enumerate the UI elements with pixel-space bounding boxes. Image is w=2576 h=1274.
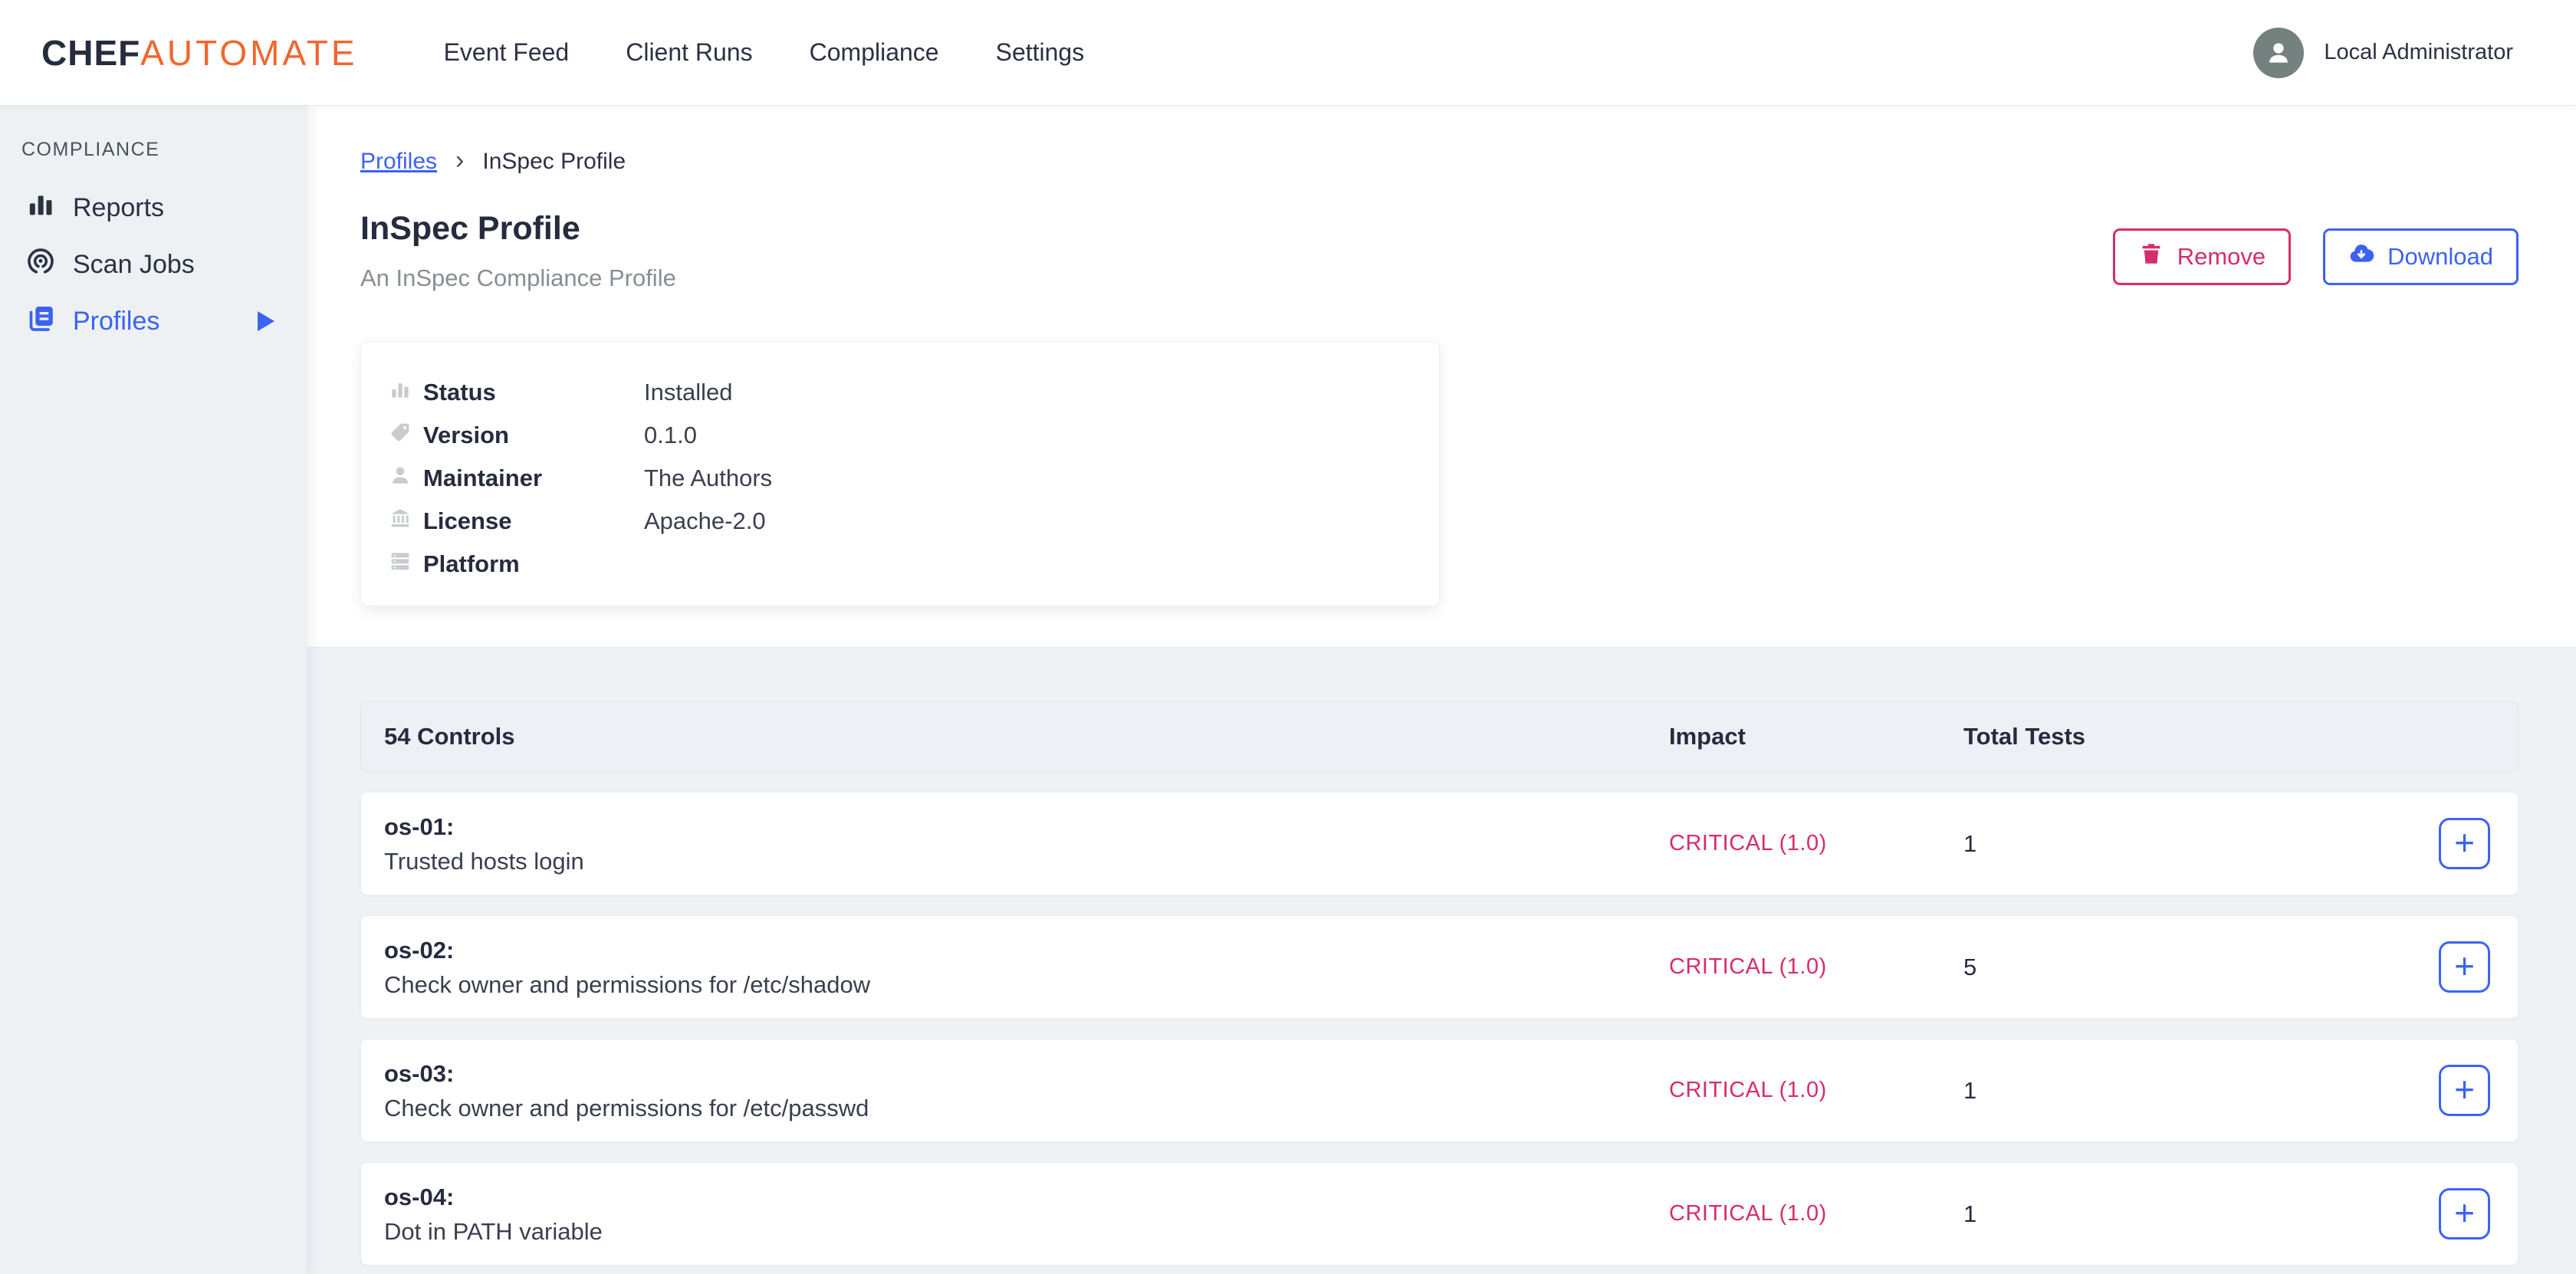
controls-section: 54 Controls Impact Total Tests os-01: Tr… [307, 647, 2576, 1274]
expand-control-button[interactable]: + [2439, 818, 2490, 869]
breadcrumb-profiles-link[interactable]: Profiles [360, 149, 437, 175]
control-id: os-03: [384, 1056, 1669, 1091]
control-total-tests: 1 [1963, 1200, 2387, 1228]
control-impact: CRITICAL (1.0) [1669, 1201, 1963, 1226]
radar-target-icon [25, 246, 56, 284]
chevron-right-icon: › [455, 147, 464, 176]
main-content: Profiles › InSpec Profile InSpec Profile… [307, 105, 2576, 1274]
primary-nav: Event Feed Client Runs Compliance Settin… [444, 38, 1085, 67]
person-icon [388, 463, 423, 494]
plus-icon: + [2454, 825, 2475, 860]
top-navigation-bar: CHEFAUTOMATE Event Feed Client Runs Comp… [0, 0, 2576, 105]
detail-value: The Authors [644, 465, 1439, 492]
control-description: Trusted hosts login [384, 844, 1669, 878]
breadcrumb-current: InSpec Profile [482, 149, 626, 175]
detail-row-maintainer: Maintainer The Authors [388, 457, 1439, 500]
nav-item-event-feed[interactable]: Event Feed [444, 38, 570, 67]
profile-actions: Remove Download [2113, 228, 2518, 285]
control-id: os-04: [384, 1180, 1669, 1214]
user-avatar-icon [2253, 28, 2304, 78]
header-total-tests: Total Tests [1963, 723, 2387, 750]
plus-icon: + [2454, 948, 2475, 983]
control-row-os-02: os-02: Check owner and permissions for /… [360, 915, 2518, 1019]
chef-automate-logo[interactable]: CHEFAUTOMATE [41, 32, 358, 74]
expand-control-button[interactable]: + [2439, 941, 2490, 993]
chef-automate-app: CHEFAUTOMATE Event Feed Client Runs Comp… [0, 0, 2576, 1274]
control-total-tests: 1 [1963, 1077, 2387, 1105]
controls-table-header: 54 Controls Impact Total Tests [360, 701, 2518, 772]
breadcrumb: Profiles › InSpec Profile [360, 147, 2518, 176]
detail-label: Status [423, 379, 644, 406]
profile-overview-section: Profiles › InSpec Profile InSpec Profile… [307, 105, 2576, 647]
plus-icon: + [2454, 1072, 2475, 1107]
sidebar-item-label: Reports [73, 193, 164, 223]
sidebar-item-profiles[interactable]: Profiles [0, 293, 307, 350]
trash-icon [2138, 241, 2164, 273]
controls-table: 54 Controls Impact Total Tests os-01: Tr… [360, 701, 2518, 1266]
expand-control-button[interactable]: + [2439, 1188, 2490, 1240]
detail-label: Maintainer [423, 465, 644, 492]
control-description: Check owner and permissions for /etc/sha… [384, 967, 1669, 1002]
control-id: os-01: [384, 809, 1669, 844]
compliance-sidebar: COMPLIANCE Reports Scan Jobs [0, 105, 307, 1274]
control-impact: CRITICAL (1.0) [1669, 1078, 1963, 1103]
user-name: Local Administrator [2324, 40, 2513, 65]
nav-item-settings[interactable]: Settings [996, 38, 1085, 67]
control-impact: CRITICAL (1.0) [1669, 831, 1963, 856]
detail-value: Installed [644, 379, 1439, 406]
expand-control-button[interactable]: + [2439, 1065, 2490, 1116]
detail-value: Apache-2.0 [644, 507, 1439, 535]
header-impact: Impact [1669, 723, 1963, 750]
bar-chart-icon [388, 377, 423, 408]
page-subtitle: An InSpec Compliance Profile [360, 264, 676, 292]
detail-label: Platform [423, 550, 644, 578]
nav-item-compliance[interactable]: Compliance [810, 38, 939, 67]
download-button[interactable]: Download [2323, 228, 2518, 285]
download-button-label: Download [2387, 243, 2493, 271]
plus-icon: + [2454, 1195, 2475, 1230]
control-description: Check owner and permissions for /etc/pas… [384, 1091, 1669, 1125]
logo-automate-text: AUTOMATE [140, 33, 357, 73]
detail-label: License [423, 507, 644, 535]
control-row-os-04: os-04: Dot in PATH variable CRITICAL (1.… [360, 1162, 2518, 1266]
control-impact: CRITICAL (1.0) [1669, 954, 1963, 980]
nav-item-client-runs[interactable]: Client Runs [626, 38, 752, 67]
sidebar-item-scan-jobs[interactable]: Scan Jobs [0, 236, 307, 293]
sidebar-item-label: Profiles [73, 307, 159, 337]
sidebar-section-title: COMPLIANCE [21, 139, 307, 161]
tag-icon [388, 420, 423, 451]
page-title: InSpec Profile [360, 210, 676, 248]
bank-icon [388, 506, 423, 537]
header-controls-count: 54 Controls [384, 723, 1669, 750]
detail-row-platform: Platform [388, 543, 1439, 586]
page-header: InSpec Profile An InSpec Compliance Prof… [360, 210, 2518, 292]
detail-row-version: Version 0.1.0 [388, 414, 1439, 457]
control-description: Dot in PATH variable [384, 1214, 1669, 1249]
remove-button[interactable]: Remove [2113, 228, 2291, 285]
server-list-icon [388, 549, 423, 580]
detail-row-status: Status Installed [388, 371, 1439, 414]
remove-button-label: Remove [2177, 243, 2266, 271]
bar-chart-icon [25, 189, 56, 227]
control-row-os-01: os-01: Trusted hosts login CRITICAL (1.0… [360, 792, 2518, 895]
control-total-tests: 1 [1963, 830, 2387, 858]
logo-chef-text: CHEF [41, 33, 140, 73]
detail-label: Version [423, 422, 644, 449]
sidebar-item-label: Scan Jobs [73, 250, 195, 280]
documents-stack-icon [25, 303, 56, 340]
cloud-download-icon [2348, 241, 2374, 273]
control-row-os-03: os-03: Check owner and permissions for /… [360, 1039, 2518, 1142]
control-total-tests: 5 [1963, 954, 2387, 981]
expand-arrow-icon [258, 311, 274, 331]
profile-details-card: Status Installed Version 0.1.0 [360, 341, 1440, 606]
control-id: os-02: [384, 933, 1669, 967]
detail-value: 0.1.0 [644, 422, 1439, 449]
user-menu[interactable]: Local Administrator [2253, 28, 2513, 78]
detail-row-license: License Apache-2.0 [388, 500, 1439, 543]
sidebar-item-reports[interactable]: Reports [0, 179, 307, 236]
